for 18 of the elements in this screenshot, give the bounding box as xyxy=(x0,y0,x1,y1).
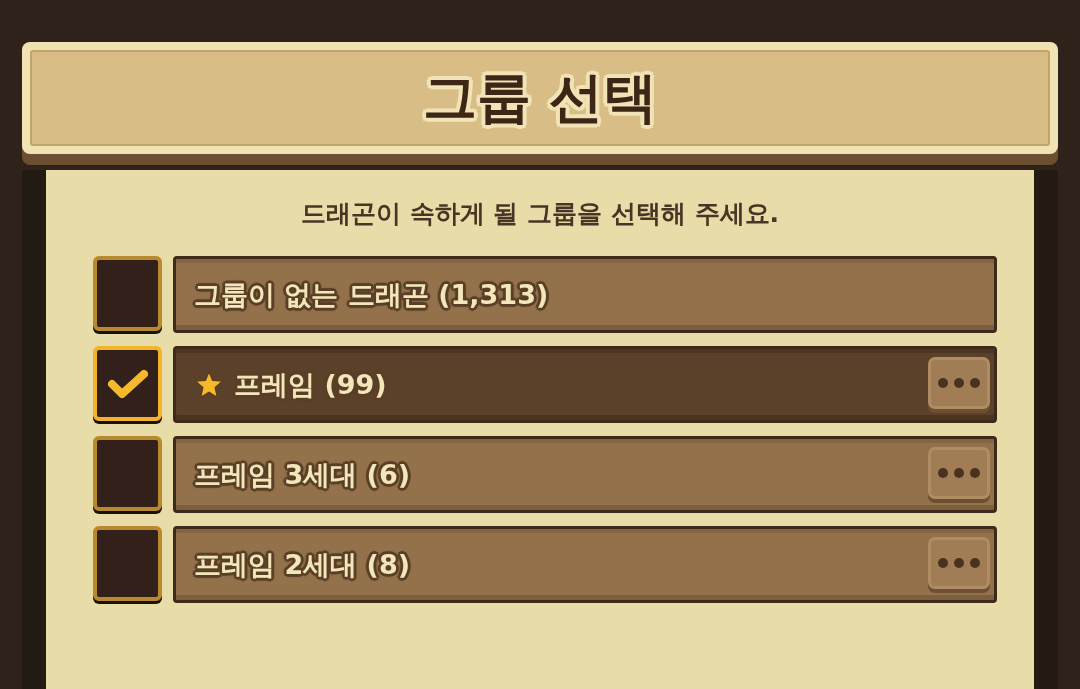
group-label: 프레임 3세대 (6) xyxy=(194,461,412,488)
check-icon xyxy=(107,368,148,399)
instruction-text: 드래곤이 속하게 될 그룹을 선택해 주세요. xyxy=(301,198,779,230)
dialog-title: 그룹 선택 xyxy=(422,71,658,125)
ellipsis-icon xyxy=(938,557,980,568)
checkbox[interactable] xyxy=(93,526,162,601)
checkbox[interactable] xyxy=(93,346,162,421)
checkbox[interactable] xyxy=(93,256,162,331)
checkbox[interactable] xyxy=(93,436,162,511)
group-row[interactable]: 프레임 3세대 (6) xyxy=(173,436,997,513)
group-label: 그룹이 없는 드래곤 (1,313) xyxy=(194,281,550,308)
ellipsis-icon xyxy=(938,467,980,478)
ellipsis-icon xyxy=(938,377,980,388)
group-row[interactable]: 프레임 (99) xyxy=(173,346,997,423)
group-row[interactable]: 그룹이 없는 드래곤 (1,313) xyxy=(173,256,997,333)
group-label: 프레임 (99) xyxy=(234,371,388,398)
group-label: 프레임 2세대 (8) xyxy=(194,551,412,578)
group-row[interactable]: 프레임 2세대 (8) xyxy=(173,526,997,603)
